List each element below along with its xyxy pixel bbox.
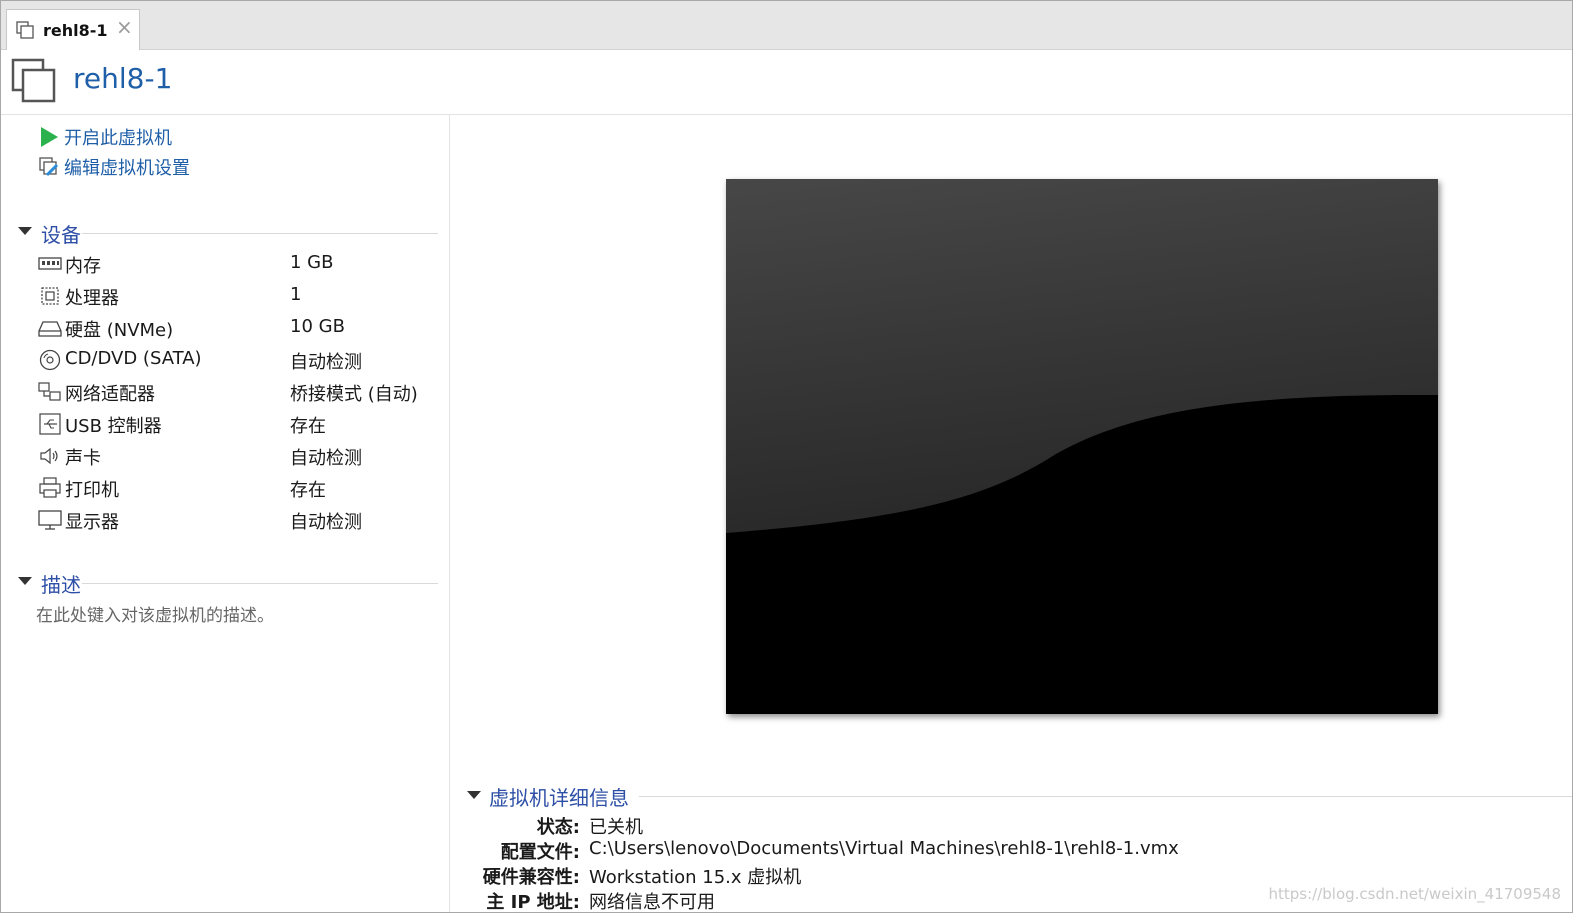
detail-key: 主 IP 地址: bbox=[486, 892, 580, 913]
description-section-header[interactable]: 描述 bbox=[18, 569, 438, 598]
device-value: 桥接模式 (自动) bbox=[290, 384, 418, 405]
device-name: 声卡 bbox=[65, 448, 101, 469]
device-name: 内存 bbox=[65, 256, 101, 277]
play-icon bbox=[41, 127, 58, 147]
processor-icon bbox=[41, 287, 59, 305]
device-row-hard-disk[interactable]: 硬盘 (NVMe) 10 GB bbox=[38, 315, 438, 341]
devices-section-title: 设备 bbox=[41, 219, 85, 248]
device-name: CD/DVD (SATA) bbox=[65, 348, 202, 369]
memory-icon bbox=[38, 257, 62, 270]
detail-key: 硬件兼容性: bbox=[482, 867, 580, 888]
detail-row-status: 状态: 已关机 bbox=[470, 812, 1470, 838]
device-value: 自动检测 bbox=[290, 352, 362, 373]
speaker-icon bbox=[40, 447, 58, 465]
description-section-title: 描述 bbox=[41, 569, 85, 598]
edit-vm-settings-label: 编辑虚拟机设置 bbox=[64, 158, 190, 179]
vm-details-section-title: 虚拟机详细信息 bbox=[489, 782, 633, 811]
device-row-cd-dvd[interactable]: CD/DVD (SATA) 自动检测 bbox=[38, 347, 438, 373]
detail-key: 配置文件: bbox=[500, 842, 580, 863]
device-row-sound-card[interactable]: 声卡 自动检测 bbox=[38, 443, 438, 469]
hard-disk-icon bbox=[38, 321, 62, 337]
tab-bar: rehl8-1 × bbox=[1, 1, 1572, 50]
device-value: 1 bbox=[290, 284, 302, 305]
printer-icon bbox=[39, 477, 61, 498]
device-name: USB 控制器 bbox=[65, 416, 162, 437]
detail-value: 已关机 bbox=[589, 817, 643, 838]
device-row-usb[interactable]: USB 控制器 存在 bbox=[38, 411, 438, 437]
vm-details-section-header[interactable]: 虚拟机详细信息 bbox=[467, 782, 1572, 811]
devices-section-header[interactable]: 设备 bbox=[18, 219, 438, 248]
detail-value: C:\Users\lenovo\Documents\Virtual Machin… bbox=[589, 838, 1179, 859]
collapse-triangle-icon bbox=[18, 577, 32, 585]
left-panel: 开启此虚拟机 编辑虚拟机设置 设备 内存 1 GB 处理器 1 硬盘 (NVMe… bbox=[1, 115, 450, 912]
device-value: 存在 bbox=[290, 480, 326, 501]
device-value: 自动检测 bbox=[290, 448, 362, 469]
detail-row-config-file: 配置文件: C:\Users\lenovo\Documents\Virtual … bbox=[470, 837, 1470, 863]
section-divider bbox=[639, 796, 1572, 797]
detail-value: 网络信息不可用 bbox=[589, 892, 715, 913]
device-row-network-adapter[interactable]: 网络适配器 桥接模式 (自动) bbox=[38, 379, 438, 405]
tab-label: rehl8-1 bbox=[43, 21, 108, 40]
network-adapter-icon bbox=[38, 382, 61, 401]
device-name: 显示器 bbox=[65, 512, 119, 533]
device-value: 1 GB bbox=[290, 252, 334, 273]
tab-rehl8-1[interactable]: rehl8-1 × bbox=[6, 9, 140, 50]
usb-icon bbox=[39, 413, 61, 435]
device-value: 10 GB bbox=[290, 316, 345, 337]
vm-icon bbox=[16, 21, 34, 39]
collapse-triangle-icon bbox=[467, 791, 481, 799]
collapse-triangle-icon bbox=[18, 227, 32, 235]
watermark: https://blog.csdn.net/weixin_41709548 bbox=[1268, 885, 1561, 903]
vm-header: rehl8-1 bbox=[1, 50, 1572, 115]
device-value: 自动检测 bbox=[290, 512, 362, 533]
device-value: 存在 bbox=[290, 416, 326, 437]
vm-screen-preview[interactable] bbox=[726, 179, 1438, 714]
device-row-printer[interactable]: 打印机 存在 bbox=[38, 475, 438, 501]
device-name: 处理器 bbox=[65, 288, 119, 309]
description-field[interactable]: 在此处键入对该虚拟机的描述。 bbox=[36, 601, 274, 626]
section-divider bbox=[82, 583, 438, 584]
section-divider bbox=[82, 233, 438, 234]
cd-dvd-icon bbox=[39, 349, 61, 371]
device-name: 网络适配器 bbox=[65, 384, 155, 405]
close-icon[interactable]: × bbox=[116, 17, 133, 37]
edit-vm-settings-link[interactable]: 编辑虚拟机设置 bbox=[38, 155, 190, 179]
detail-value: Workstation 15.x 虚拟机 bbox=[589, 867, 802, 888]
power-on-vm-label: 开启此虚拟机 bbox=[64, 128, 172, 149]
detail-key: 状态: bbox=[536, 817, 580, 838]
edit-settings-icon bbox=[39, 157, 59, 177]
page-title: rehl8-1 bbox=[73, 62, 173, 95]
device-name: 打印机 bbox=[65, 480, 119, 501]
device-row-memory[interactable]: 内存 1 GB bbox=[38, 251, 438, 277]
power-on-vm-link[interactable]: 开启此虚拟机 bbox=[38, 125, 172, 149]
vm-icon bbox=[11, 58, 56, 103]
detail-row-hardware-compatibility: 硬件兼容性: Workstation 15.x 虚拟机 bbox=[470, 862, 1470, 888]
device-row-processor[interactable]: 处理器 1 bbox=[38, 283, 438, 309]
device-row-display[interactable]: 显示器 自动检测 bbox=[38, 507, 438, 533]
monitor-icon bbox=[38, 510, 62, 530]
device-name: 硬盘 (NVMe) bbox=[65, 320, 174, 341]
